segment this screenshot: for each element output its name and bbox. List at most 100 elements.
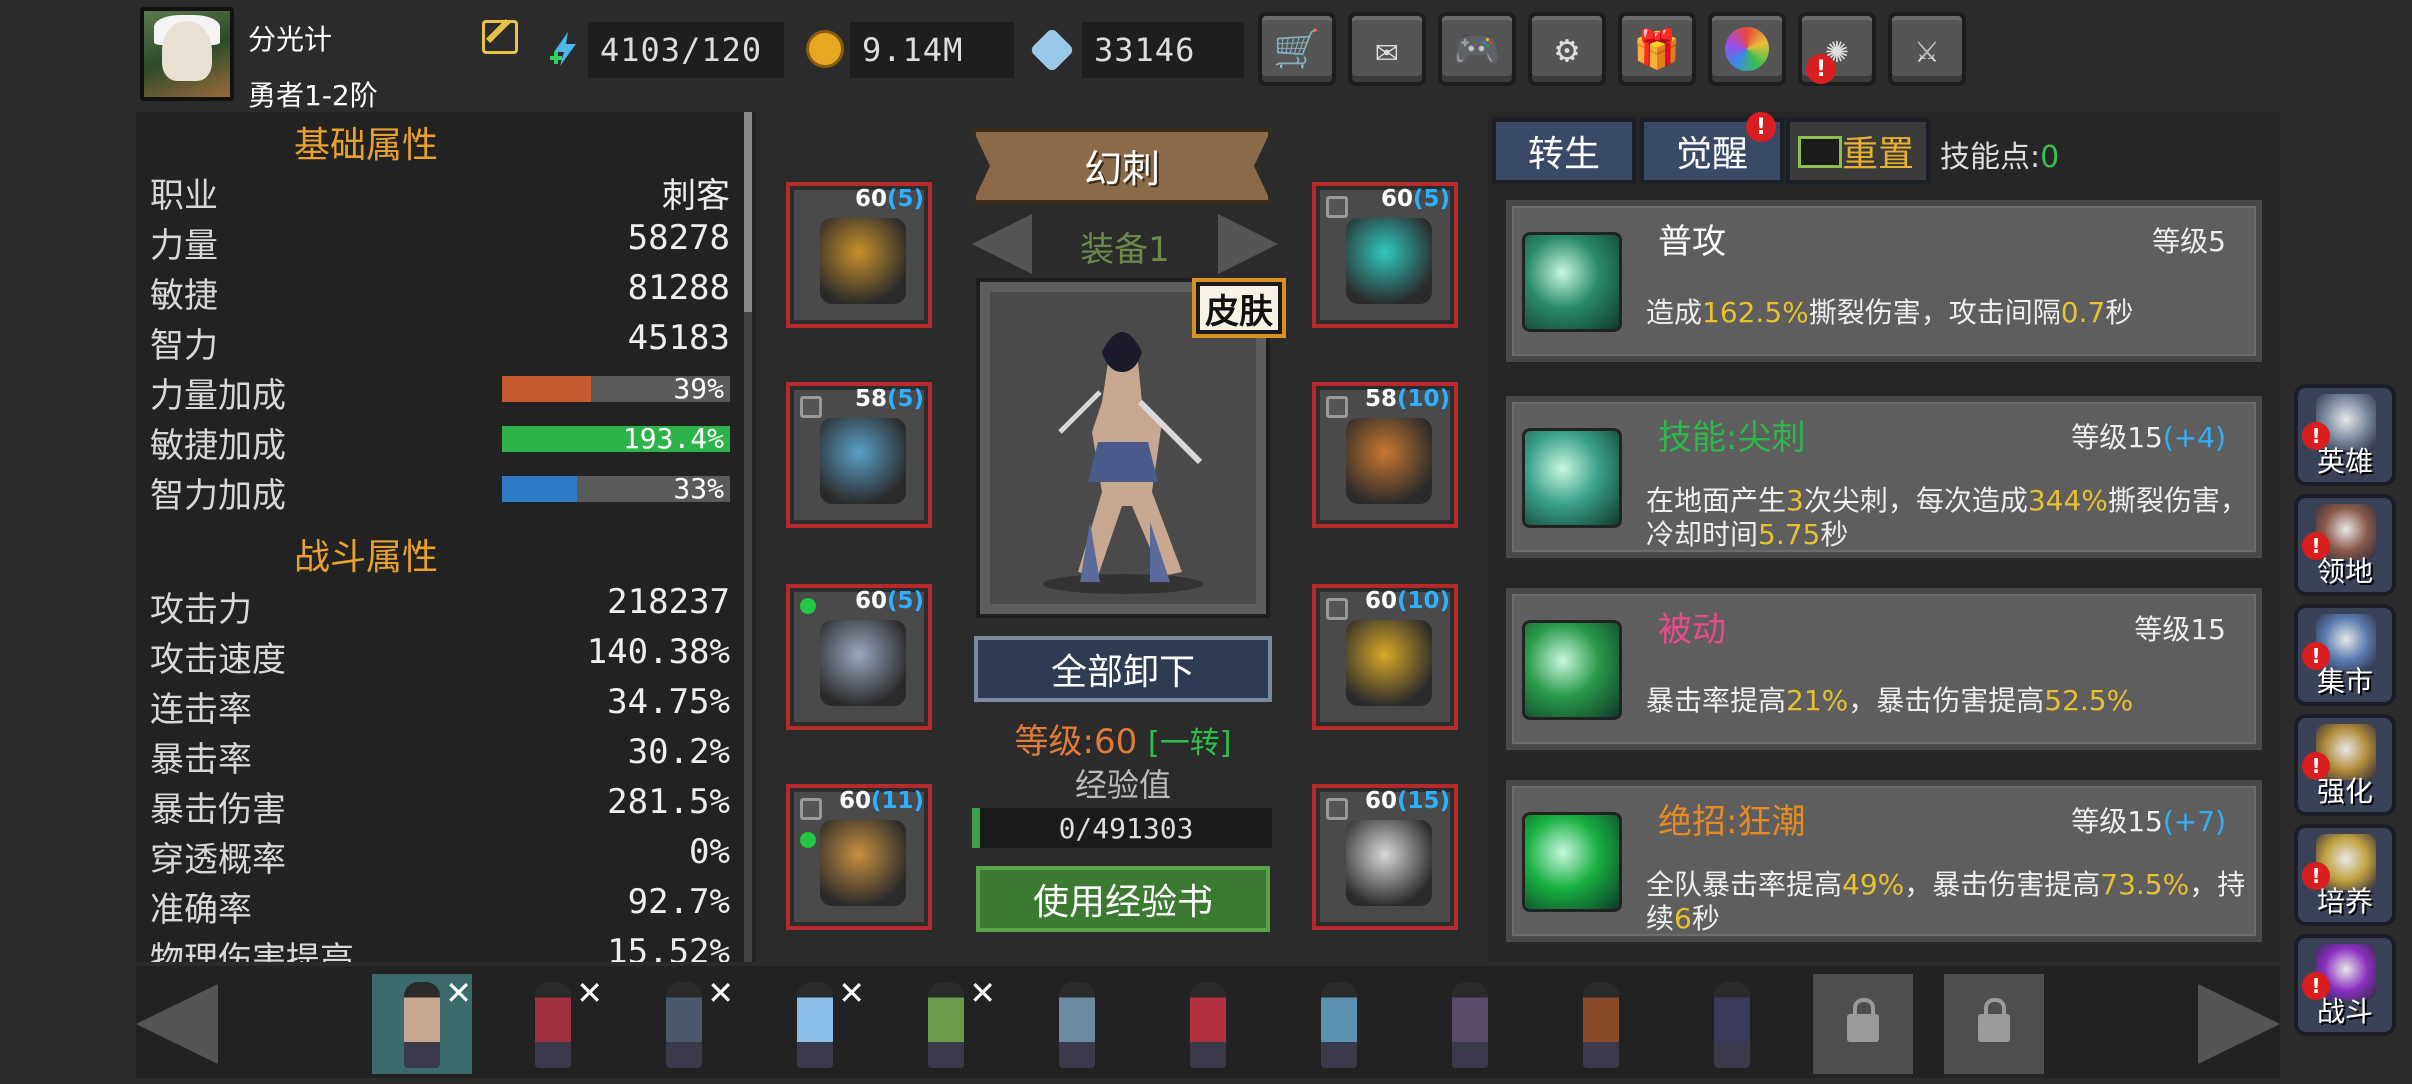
cart-icon: 🛒 (1273, 26, 1321, 71)
exp-bar: 0/491303 (972, 808, 1272, 848)
equipment-slot[interactable]: 60(10) (1312, 584, 1458, 730)
skin-button[interactable]: 皮肤 (1196, 282, 1282, 334)
skill-card[interactable]: 被动 等级15 暴击率提高21%，暴击伤害提高52.5% (1506, 588, 2262, 750)
item-level: 60(10) (1365, 588, 1450, 614)
item-level: 60(5) (855, 588, 924, 614)
skill-desc-segment: 0.7 (2060, 296, 2106, 329)
hero-thumbnail[interactable] (1682, 974, 1782, 1074)
class-name: 幻刺 (1083, 147, 1160, 191)
energy-icon (546, 30, 584, 68)
hero-thumbnail[interactable]: ✕ (503, 974, 603, 1074)
battle-button[interactable]: ⚔ (1888, 12, 1966, 86)
skill-icon (1522, 232, 1622, 332)
hero-thumbnail[interactable]: ✕ (896, 974, 996, 1074)
skill-card[interactable]: 普攻 等级5 造成162.5%撕裂伤害，攻击间隔0.7秒 (1506, 200, 2262, 362)
skill-card[interactable]: 绝招:狂潮 等级15(+7) 全队暴击率提高49%，暴击伤害提高73.5%，持续6秒 (1506, 780, 2262, 942)
equipment-slot[interactable]: 58(5) (786, 382, 932, 528)
side-nav-button[interactable]: 英雄! (2294, 384, 2396, 486)
stat-label: 职业 (150, 176, 218, 216)
reset-button[interactable]: 重置 (1786, 118, 1930, 184)
combat-attributes-title: 战斗属性 (293, 537, 438, 578)
stats-panel[interactable]: 基础属性 职业 刺客 力量 58278 敏捷 81288 智力 45183 力量加成 39% 敏捷加… (136, 112, 756, 962)
gamepad-button[interactable]: 🎮 (1438, 12, 1516, 86)
use-exp-book-button[interactable]: 使用经验书 (976, 866, 1270, 932)
side-nav-button[interactable]: 培养! (2294, 824, 2396, 926)
skill-desc-segment: 次尖刺，每次造成 (1803, 484, 2028, 517)
side-nav-button[interactable]: 领地! (2294, 494, 2396, 596)
skill-desc-segment: 5.75 (1758, 518, 1821, 551)
hero-thumbnail[interactable] (1027, 974, 1127, 1074)
item-level-value: 60 (1380, 186, 1413, 212)
video-ad-icon (1798, 136, 1842, 168)
tab-rebirth[interactable]: 转生 (1492, 118, 1636, 184)
item-enhance-value: (10) (1396, 588, 1450, 614)
unequip-all-button[interactable]: 全部卸下 (974, 636, 1272, 702)
equipment-slot[interactable]: 60(5) (1312, 182, 1458, 328)
stat-label: 穿透概率 (150, 840, 286, 880)
stat-label: 准确率 (150, 890, 252, 930)
item-level: 60(5) (855, 186, 924, 212)
remove-hero-icon[interactable]: ✕ (445, 974, 472, 1012)
skill-desc-segment: 49% (1842, 868, 1905, 901)
stat-row: 准确率 92.7% (150, 882, 730, 932)
stats-scrollbar[interactable] (744, 112, 752, 962)
item-level-value: 60 (854, 186, 887, 212)
mail-button[interactable]: ✉ (1348, 12, 1426, 86)
settings-button[interactable]: ⚙ (1528, 12, 1606, 86)
item-enhance-value: (11) (870, 788, 924, 814)
side-nav-alert-icon: ! (2302, 422, 2330, 450)
skill-desc-segment: 暴击率提高 (1646, 684, 1787, 717)
stat-value: 218237 (607, 582, 730, 622)
remove-hero-icon[interactable]: ✕ (707, 974, 734, 1012)
prev-set-arrow-icon[interactable] (972, 214, 1032, 274)
skill-icon (1522, 620, 1622, 720)
skill-description: 全队暴击率提高49%，暴击伤害提高73.5%，持续6秒 (1646, 868, 2254, 936)
side-nav-button[interactable]: 强化! (2294, 714, 2396, 816)
stat-label: 智力 (150, 326, 218, 366)
shop-button[interactable]: 🛒 (1258, 12, 1336, 86)
fireworks-button[interactable]: ✺ ! (1798, 12, 1876, 86)
remove-hero-icon[interactable]: ✕ (969, 974, 996, 1012)
lock-icon (800, 798, 822, 820)
item-level: 60(11) (839, 788, 924, 814)
locked-hero-slot[interactable] (1944, 974, 2044, 1074)
stat-row: 暴击率 30.2% (150, 732, 730, 782)
hero-thumbnail[interactable] (1158, 974, 1258, 1074)
assassin-figure (1043, 332, 1203, 594)
equipment-slot[interactable]: 60(11) (786, 784, 932, 930)
edit-icon[interactable] (482, 20, 518, 54)
skill-level-text: 等级15 (2071, 805, 2163, 838)
stat-row: 敏捷 81288 (150, 268, 730, 318)
lucky-wheel-button[interactable] (1708, 12, 1786, 86)
stat-value: 140.38% (586, 632, 730, 672)
hero-thumbnail[interactable] (1289, 974, 1389, 1074)
side-nav-button[interactable]: 集市! (2294, 604, 2396, 706)
remove-hero-icon[interactable]: ✕ (576, 974, 603, 1012)
stat-value: 15.52% (607, 932, 730, 962)
hero-thumbnail[interactable]: ✕ (634, 974, 734, 1074)
gift-button[interactable]: 🎁 (1618, 12, 1696, 86)
equipment-slot[interactable]: 58(10) (1312, 382, 1458, 528)
locked-hero-slot[interactable] (1813, 974, 1913, 1074)
hero-thumbnail[interactable] (1551, 974, 1651, 1074)
skill-level-text: 等级15 (2071, 421, 2163, 454)
bonus-bar: 33% (502, 472, 730, 505)
reset-label: 重置 (1841, 134, 1914, 175)
side-nav-button[interactable]: 战斗! (2294, 934, 2396, 1036)
remove-hero-icon[interactable]: ✕ (838, 974, 865, 1012)
side-nav-alert-icon: ! (2302, 862, 2330, 890)
equipment-slot[interactable]: 60(5) (786, 182, 932, 328)
stat-bonus-row: 力量加成 39% (150, 368, 730, 418)
equipment-slot[interactable]: 60(15) (1312, 784, 1458, 930)
hero-thumbnail[interactable]: ✕ (765, 974, 865, 1074)
hero-thumbnail[interactable]: ✕ (372, 974, 472, 1074)
gift-icon: 🎁 (1633, 26, 1681, 71)
stat-value: 58278 (627, 218, 730, 258)
next-set-arrow-icon[interactable] (1218, 214, 1278, 274)
player-avatar[interactable] (140, 7, 234, 101)
stat-label: 连击率 (150, 690, 252, 730)
hero-thumbnail[interactable] (1420, 974, 1520, 1074)
skill-card[interactable]: 技能:尖刺 等级15(+4) 在地面产生3次尖刺，每次造成344%撕裂伤害，冷却时间… (1506, 396, 2262, 558)
equipment-slot[interactable]: 60(5) (786, 584, 932, 730)
skill-icon (1522, 812, 1622, 912)
